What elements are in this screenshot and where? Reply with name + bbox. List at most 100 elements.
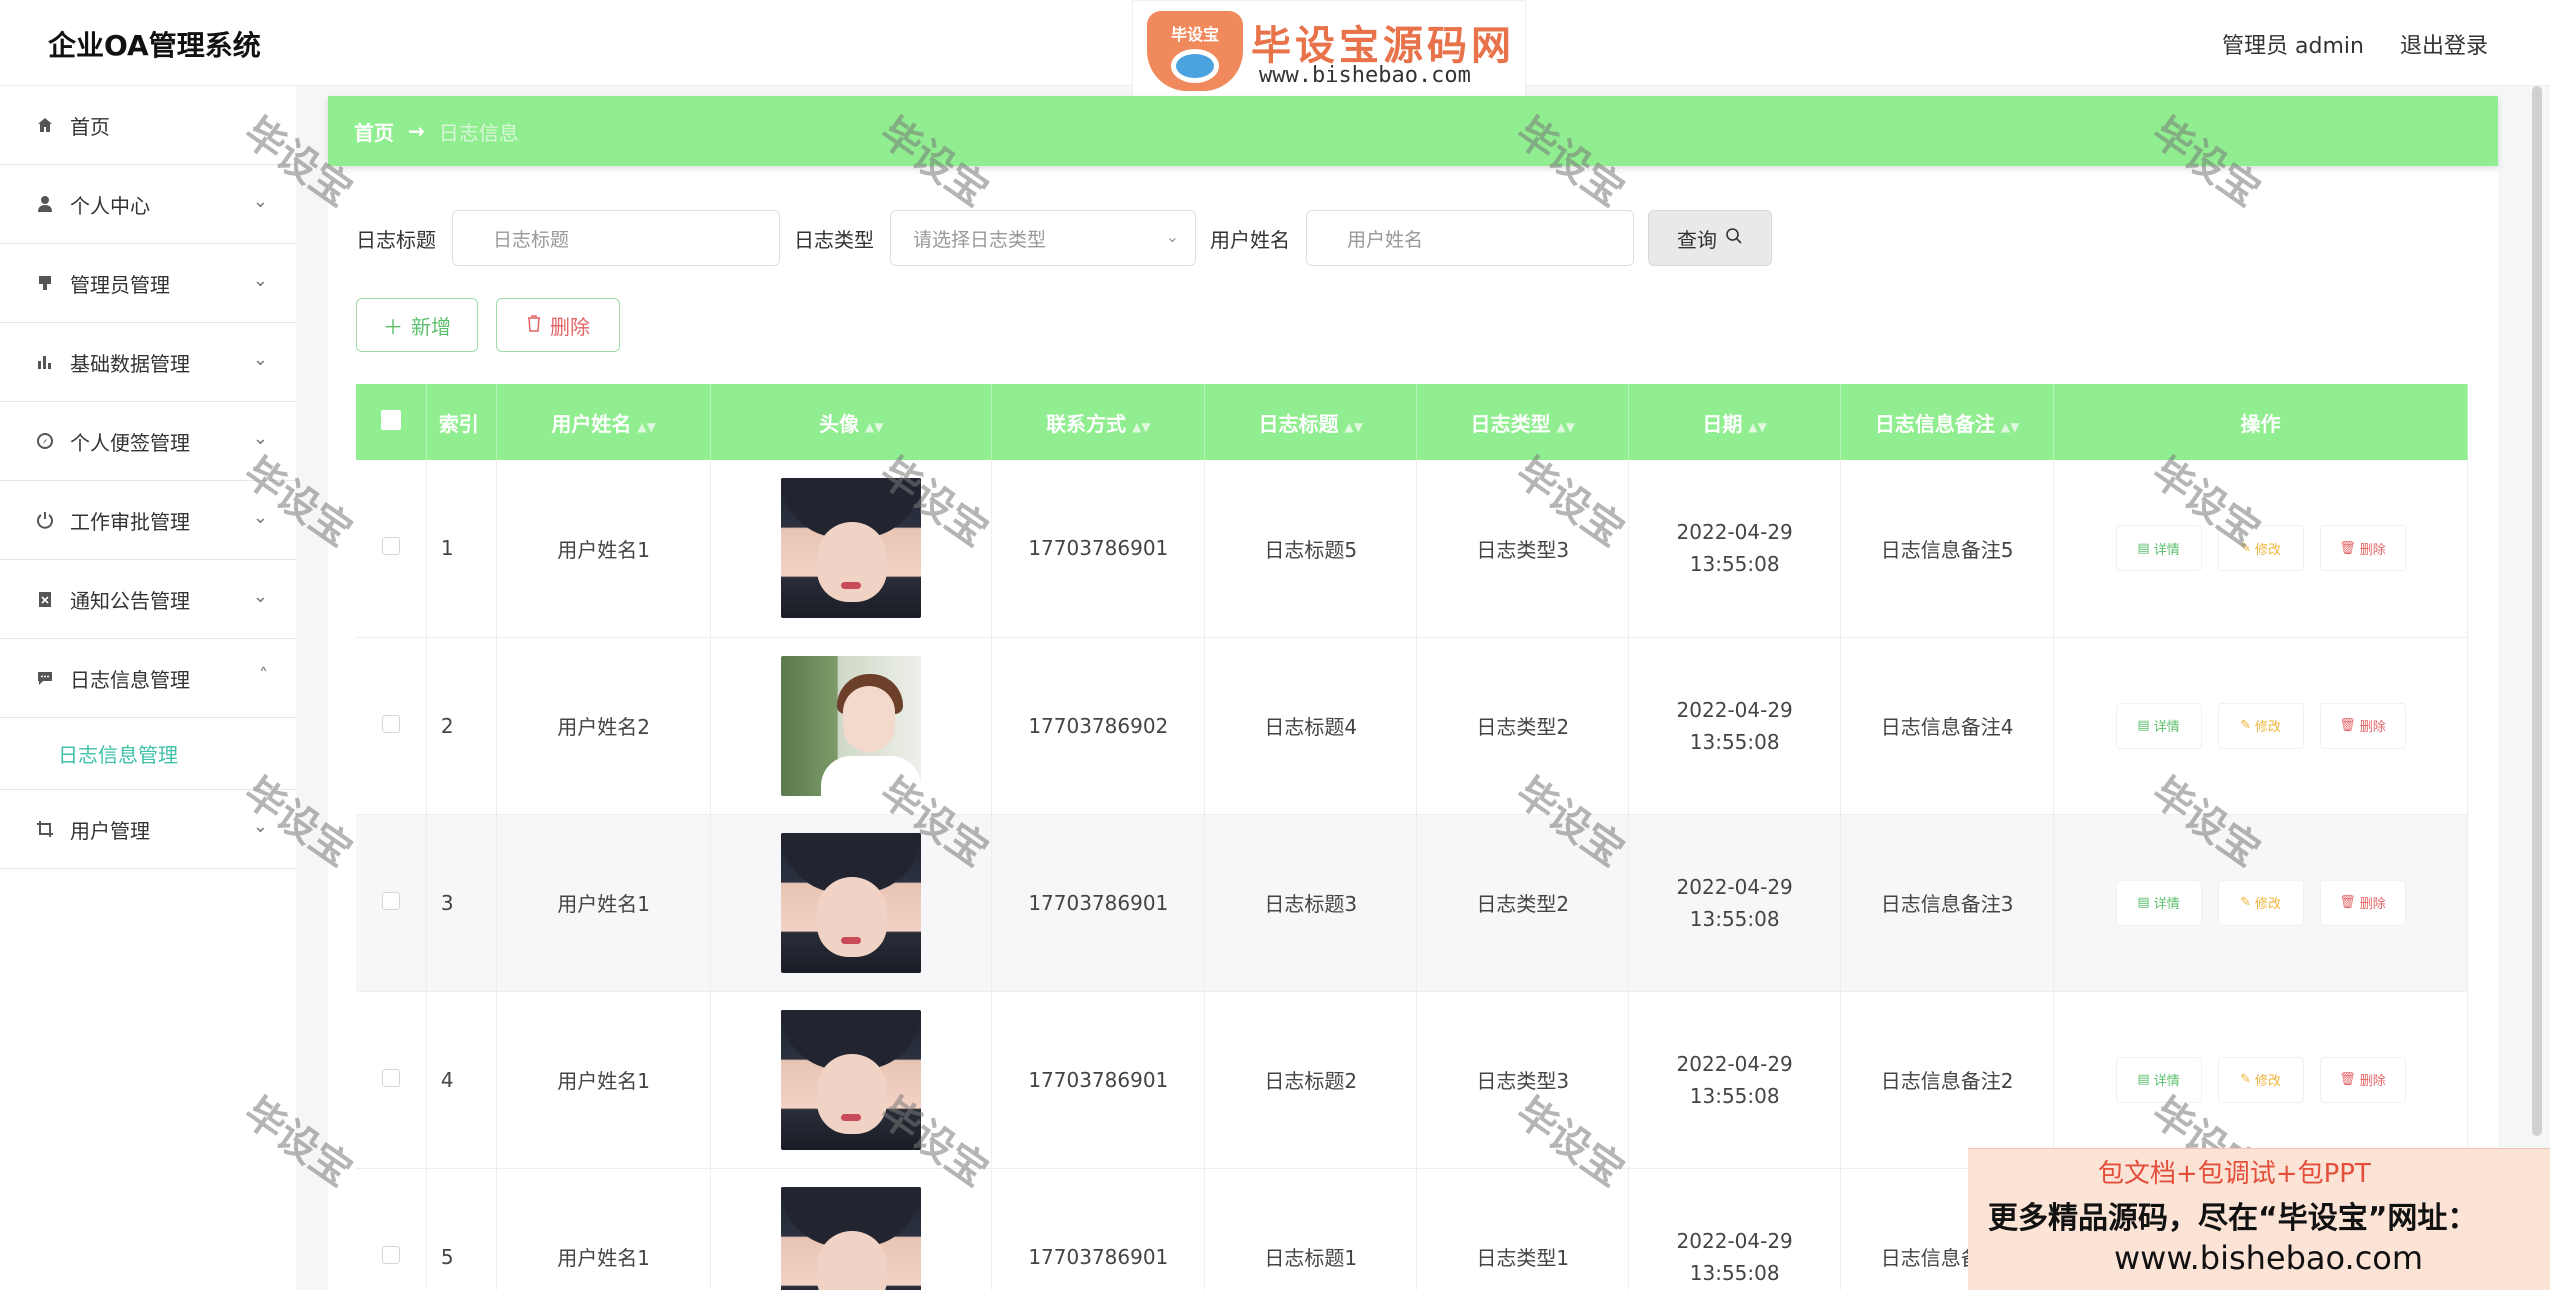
sidebar-item-label: 日志信息管理 <box>70 667 190 692</box>
edit-button[interactable]: ✎修改 <box>2217 1056 2304 1103</box>
avatar[interactable] <box>781 478 922 619</box>
row-index: 1 <box>426 460 498 638</box>
sidebar-item-approval[interactable]: 工作审批管理 ⌄ <box>0 481 296 560</box>
sidebar-item-home[interactable]: 首页 <box>0 86 296 165</box>
search-title-input[interactable]: 日志标题 <box>452 210 780 266</box>
sidebar-item-admin[interactable]: 管理员管理 ⌄ <box>0 244 296 323</box>
sidebar-item-notes[interactable]: 个人便签管理 ⌄ <box>0 402 296 481</box>
sidebar-item-log[interactable]: 日志信息管理 ˄ <box>0 639 296 718</box>
search-user-label: 用户姓名 <box>1210 227 1290 252</box>
search-title-label: 日志标题 <box>356 227 436 252</box>
detail-button[interactable]: ▤详情 <box>2115 879 2202 926</box>
page-scrollbar[interactable] <box>2532 86 2542 1136</box>
detail-button[interactable]: ▤详情 <box>2115 1056 2202 1103</box>
row-user: 用户姓名2 <box>496 637 712 815</box>
row-checkbox[interactable] <box>356 460 427 638</box>
main-content: 首页 → 日志信息 日志标题 日志标题 日志类型 请选择日志类型 ⌄ 用户姓名 … <box>328 96 2498 1290</box>
top-right-actions: 管理员 admin 退出登录 <box>2222 28 2488 60</box>
row-delete-button[interactable]: 🗑删除 <box>2319 879 2406 926</box>
user-icon <box>34 193 56 215</box>
breadcrumb-home[interactable]: 首页 <box>354 117 394 146</box>
row-date: 2022-04-29 13:55:08 <box>1628 460 1842 638</box>
row-date: 2022-04-29 13:55:08 <box>1628 1168 1842 1290</box>
sort-icon: ▲▼ <box>2000 419 2020 434</box>
chevron-down-icon: ⌄ <box>252 349 268 370</box>
add-button[interactable]: ＋ 新增 <box>356 298 478 352</box>
header-remark[interactable]: 日志信息备注 ▲▼ <box>1840 384 2055 460</box>
logout-link[interactable]: 退出登录 <box>2400 28 2488 60</box>
ad-line-3[interactable]: www.bishebao.com <box>2114 1239 2423 1277</box>
edit-button[interactable]: ✎修改 <box>2217 702 2304 749</box>
document-icon: ▤ <box>2137 540 2150 556</box>
breadcrumb-current: 日志信息 <box>438 120 519 145</box>
query-button[interactable]: 查询 <box>1648 210 1772 266</box>
row-phone: 17703786902 <box>991 637 1206 815</box>
avatar[interactable] <box>781 655 922 796</box>
edit-button[interactable]: ✎修改 <box>2217 525 2304 572</box>
chevron-down-icon: ⌄ <box>252 428 268 449</box>
row-delete-button[interactable]: 🗑删除 <box>2319 702 2406 749</box>
row-delete-button[interactable]: 🗑删除 <box>2319 525 2406 572</box>
avatar[interactable] <box>781 1186 922 1290</box>
avatar[interactable] <box>781 832 922 973</box>
sidebar-item-label: 基础数据管理 <box>70 351 190 376</box>
row-checkbox[interactable] <box>356 1168 427 1290</box>
row-date: 2022-04-29 13:55:08 <box>1628 814 1842 992</box>
select-all-checkbox[interactable] <box>356 384 427 460</box>
header-title[interactable]: 日志标题 ▲▼ <box>1204 384 1418 460</box>
sidebar-subitem-log-management[interactable]: 日志信息管理 <box>0 718 296 790</box>
action-row: ＋ 新增 删除 <box>356 298 620 352</box>
header-user[interactable]: 用户姓名 ▲▼ <box>496 384 712 460</box>
row-index: 3 <box>426 814 498 992</box>
avatar[interactable] <box>781 1009 922 1150</box>
sidebar-item-personal-center[interactable]: 个人中心 ⌄ <box>0 165 296 244</box>
message-icon <box>34 667 56 689</box>
header-phone[interactable]: 联系方式 ▲▼ <box>991 384 1206 460</box>
crop-icon <box>34 818 56 840</box>
chevron-down-icon: ⌄ <box>252 586 268 607</box>
trash-icon: 🗑 <box>2339 540 2356 556</box>
edit-icon: ✎ <box>2240 895 2251 910</box>
chevron-up-icon: ˄ <box>259 665 268 686</box>
search-type-label: 日志类型 <box>794 227 874 252</box>
row-checkbox[interactable] <box>356 637 427 815</box>
sidebar-item-users[interactable]: 用户管理 ⌄ <box>0 790 296 869</box>
ad-line-1: 包文档+包调试+包PPT <box>2098 1159 2371 1189</box>
table-row: 4 用户姓名1 17703786901 日志标题2 日志类型3 2022-04-… <box>356 991 2468 1169</box>
detail-button[interactable]: ▤详情 <box>2115 525 2202 572</box>
search-user-input[interactable]: 用户姓名 <box>1306 210 1634 266</box>
detail-button[interactable]: ▤详情 <box>2115 702 2202 749</box>
row-user: 用户姓名1 <box>496 460 712 638</box>
document-icon: ▤ <box>2137 718 2150 733</box>
admin-label[interactable]: 管理员 admin <box>2222 28 2364 60</box>
search-type-select[interactable]: 请选择日志类型 ⌄ <box>890 210 1196 266</box>
row-title: 日志标题5 <box>1204 460 1418 638</box>
search-type-placeholder: 请选择日志类型 <box>913 228 1047 251</box>
app-title: 企业OA管理系统 <box>48 29 261 62</box>
row-phone: 17703786901 <box>991 991 1206 1169</box>
delete-button[interactable]: 删除 <box>496 298 620 352</box>
sort-icon: ▲▼ <box>637 419 656 434</box>
edit-button[interactable]: ✎修改 <box>2217 879 2304 926</box>
row-type: 日志类型2 <box>1416 637 1630 815</box>
row-checkbox[interactable] <box>356 991 427 1169</box>
row-user: 用户姓名1 <box>496 814 712 992</box>
sort-icon: ▲▼ <box>1132 419 1151 434</box>
header-date[interactable]: 日期 ▲▼ <box>1628 384 1842 460</box>
sidebar-item-base-data[interactable]: 基础数据管理 ⌄ <box>0 323 296 402</box>
header-avatar[interactable]: 头像 ▲▼ <box>710 384 993 460</box>
trash-icon: 🗑 <box>2339 718 2356 733</box>
header-type[interactable]: 日志类型 ▲▼ <box>1416 384 1630 460</box>
row-avatar <box>710 1168 993 1290</box>
sort-icon: ▲▼ <box>1556 419 1575 434</box>
sidebar-item-notice[interactable]: 通知公告管理 ⌄ <box>0 560 296 639</box>
sidebar-item-label: 工作审批管理 <box>70 509 190 534</box>
sort-icon: ▲▼ <box>1748 419 1767 434</box>
chevron-down-icon: ⌄ <box>252 507 268 528</box>
add-button-label: 新增 <box>411 314 451 339</box>
row-remark: 日志信息备注5 <box>1840 460 2055 638</box>
row-checkbox[interactable] <box>356 814 427 992</box>
row-delete-button[interactable]: 🗑删除 <box>2319 1056 2406 1103</box>
row-type: 日志类型1 <box>1416 1168 1630 1290</box>
table-row: 3 用户姓名1 17703786901 日志标题3 日志类型2 2022-04-… <box>356 814 2468 992</box>
